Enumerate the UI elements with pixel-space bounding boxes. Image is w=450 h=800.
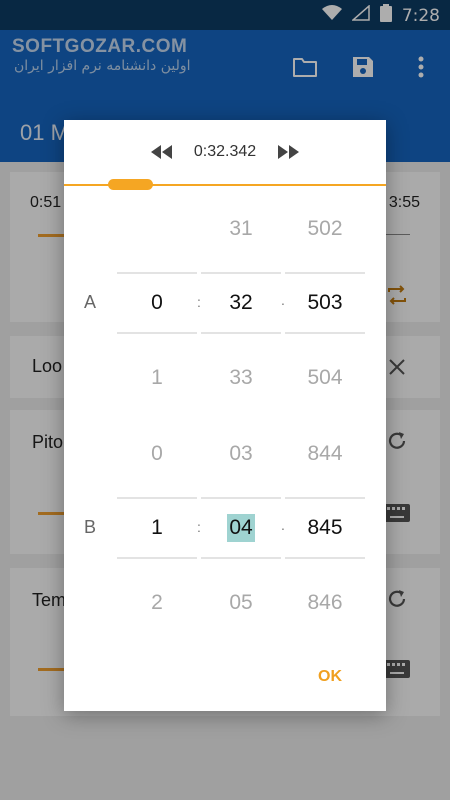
a-minutes-above[interactable] [117, 198, 197, 260]
a-seconds-below[interactable]: 33 [201, 347, 281, 409]
current-time: 0:32.342 [193, 143, 257, 160]
b-minutes-above[interactable]: 0 [117, 423, 197, 485]
b-seconds-selected[interactable]: 04 [201, 497, 281, 559]
dialog-header: 0:32.342 [64, 120, 386, 184]
b-seconds-above[interactable]: 03 [201, 423, 281, 485]
b-millis-below[interactable]: 846 [285, 572, 365, 634]
point-a-label: A [84, 292, 97, 312]
a-millis-above[interactable]: 502 [285, 198, 365, 260]
fast-forward-icon[interactable] [276, 139, 302, 165]
ok-button[interactable]: OK [318, 668, 342, 686]
b-minutes-below[interactable]: 2 [117, 572, 197, 634]
a-minutes-below[interactable]: 1 [117, 347, 197, 409]
a-minutes-selected[interactable]: 0 [117, 272, 197, 334]
point-b-label: B [84, 517, 97, 537]
a-seconds-selected[interactable]: 32 [201, 272, 281, 334]
a-millis-selected[interactable]: 503 [285, 272, 365, 334]
b-millis-selected[interactable]: 845 [285, 497, 365, 559]
b-millis-above[interactable]: 844 [285, 423, 365, 485]
a-millis-below[interactable]: 504 [285, 347, 365, 409]
a-seconds-above[interactable]: 31 [201, 198, 281, 260]
b-minutes-selected[interactable]: 1 [117, 497, 197, 559]
rewind-icon[interactable] [148, 139, 174, 165]
position-thumb[interactable] [108, 179, 153, 190]
b-seconds-highlight: 04 [227, 514, 255, 542]
b-seconds-below[interactable]: 05 [201, 572, 281, 634]
ab-loop-picker-dialog: 0:32.342 A 31 502 0 : 32 . 503 1 33 504 … [64, 120, 386, 711]
